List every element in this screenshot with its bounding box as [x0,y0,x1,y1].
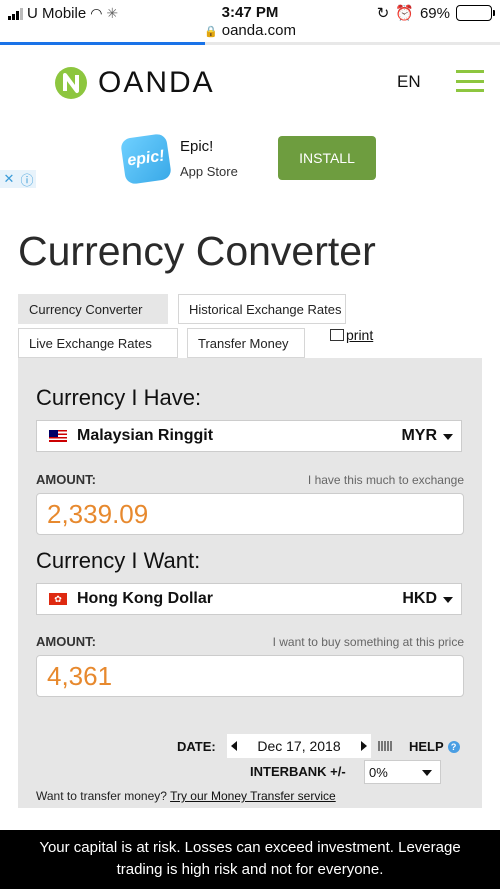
language-selector[interactable]: EN [397,72,421,92]
site-header: OANDA EN [0,46,500,116]
currency-want-select[interactable]: ✿ Hong Kong Dollar HKD [36,583,462,615]
printer-icon [330,329,344,341]
battery-icon [456,5,495,21]
lock-icon: 🔒 [204,26,218,38]
currency-have-heading: Currency I Have: [36,385,202,410]
chevron-down-icon [422,770,432,776]
ad-choices[interactable]: ✕ ⓘ [0,170,36,188]
amount-have-label: AMOUNT: [36,472,96,487]
next-date-icon[interactable] [361,741,367,751]
epic-app-icon: epic! [120,133,172,185]
interbank-select[interactable]: 0% [364,760,441,784]
page-load-progress [0,42,500,45]
date-picker[interactable]: Dec 17, 2018 [227,734,371,758]
install-button[interactable]: INSTALL [278,136,376,180]
help-link[interactable]: HELP ? [409,739,460,754]
interbank-value: 0% [369,764,388,780]
help-icon: ? [447,740,460,753]
converter-panel: Currency I Have: Malaysian Ringgit MYR A… [18,358,482,808]
amount-have-hint: I have this much to exchange [307,473,464,487]
url-text: oanda.com [221,22,296,39]
app-install-ad[interactable]: epic! Epic! App Store INSTALL ✕ ⓘ [0,126,500,190]
amount-want-label: AMOUNT: [36,634,96,649]
amount-want-input[interactable]: 4,361 [36,655,464,697]
money-transfer-link[interactable]: Try our Money Transfer service [170,789,336,803]
print-label: print [346,327,374,343]
currency-want-name: Hong Kong Dollar [77,590,213,607]
battery-info: ↻ ⏰ 69% [376,4,495,22]
tab-transfer-money[interactable]: Transfer Money [187,328,305,358]
tab-currency-converter[interactable]: Currency Converter [18,294,168,324]
close-icon[interactable]: ✕ [0,170,18,188]
currency-want-heading: Currency I Want: [36,548,201,573]
tab-live-exchange-rates[interactable]: Live Exchange Rates [18,328,178,358]
alarm-icon: ⏰ [395,5,414,22]
currency-want-code: HKD [402,590,437,607]
transfer-prompt-text: Want to transfer money? [36,789,167,803]
tab-historical-exchange-rates[interactable]: Historical Exchange Rates [178,294,346,324]
currency-have-name: Malaysian Ringgit [77,427,214,444]
ad-title: Epic! [180,138,214,155]
date-value: Dec 17, 2018 [257,738,341,754]
risk-warning-banner: Your capital is at risk. Losses can exce… [0,830,500,889]
currency-have-select[interactable]: Malaysian Ringgit MYR [36,420,462,452]
info-icon[interactable]: ⓘ [18,170,36,188]
menu-icon[interactable] [456,70,484,92]
address-bar[interactable]: 🔒 oanda.com [0,22,500,42]
oanda-logo[interactable]: OANDA [54,66,215,100]
currency-have-code: MYR [401,427,437,444]
print-link[interactable]: print [330,327,373,343]
date-label: DATE: [177,739,216,754]
help-label: HELP [409,739,444,754]
hong-kong-flag-icon: ✿ [49,593,67,605]
page-title: Currency Converter [18,228,376,274]
ad-subtitle: App Store [180,164,238,179]
chevron-down-icon [443,434,453,440]
amount-want-hint: I want to buy something at this price [272,635,464,649]
calendar-icon[interactable] [378,741,392,751]
brand-name: OANDA [98,66,215,99]
transfer-prompt: Want to transfer money? Try our Money Tr… [36,789,336,803]
amount-have-input[interactable]: 2,339.09 [36,493,464,535]
chevron-down-icon [443,597,453,603]
interbank-label: INTERBANK +/- [250,764,346,779]
rotation-lock-icon: ↻ [376,5,390,22]
malaysia-flag-icon [49,430,67,442]
status-bar: U Mobile ◠ ✳ 3:47 PM ↻ ⏰ 69% [0,0,500,24]
battery-percent: 69% [419,4,450,22]
oanda-logo-icon [55,67,87,99]
